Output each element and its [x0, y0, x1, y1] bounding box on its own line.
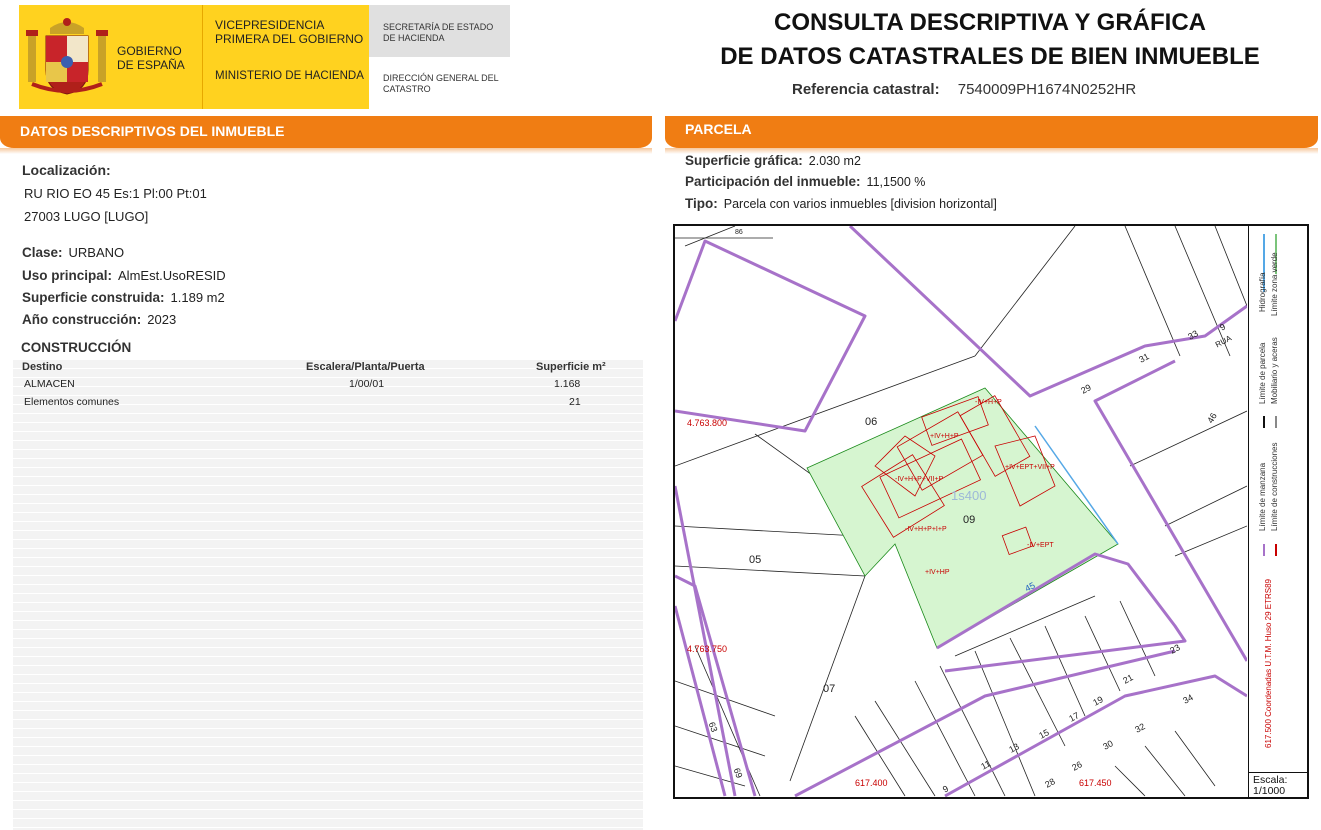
col-header-destino: Destino — [22, 361, 63, 373]
parcel-label-09: 09 — [963, 514, 976, 526]
legend-limite-construcciones: Límite de construcciones — [1270, 442, 1279, 532]
superficie-grafica-label: Superficie gráfica: — [685, 153, 803, 168]
parcel-label-07: 07 — [823, 683, 836, 695]
tipo-row: Tipo: Parcela con varios inmuebles [divis… — [685, 196, 997, 211]
direccion-general-text: DIRECCIÓN GENERAL DEL CATASTRO — [383, 73, 499, 94]
legend-coordenadas: 617.500 Coordenadas U.T.M. Huso 29 ETRS8… — [1264, 579, 1273, 748]
floor-label: -IV+EPT — [1027, 542, 1054, 549]
ref-label: Referencia catastral: — [792, 81, 940, 98]
clase-label: Clase: — [22, 245, 63, 260]
construccion-table: Destino Escalera/Planta/Puerta Superfici… — [13, 360, 643, 830]
row-2-destino: Elementos comunes — [24, 396, 120, 408]
cadastral-map[interactable]: 86 33 31 29 9 46 45 23 21 19 17 15 13 11… — [673, 224, 1309, 799]
ano-row: Año construcción: 2023 — [22, 312, 176, 327]
title-line-1: CONSULTA DESCRIPTIVA Y GRÁFICA — [773, 9, 1207, 36]
gobierno-text: GOBIERNO DE ESPAÑA — [117, 44, 185, 72]
localizacion-line-1: RU RIO EO 45 Es:1 Pl:00 Pt:01 — [24, 186, 207, 201]
row-1-epp: 1/00/01 — [349, 378, 385, 390]
datos-descriptivos-bar: DATOS DESCRIPTIVOS DEL INMUEBLE — [0, 116, 652, 154]
map-label-86: 86 — [735, 229, 743, 236]
map-legend: Hidrografía Límite zona verde Límite de … — [1248, 226, 1307, 772]
map-svg — [675, 226, 1247, 797]
legend-limite-manzana: Límite de manzana — [1258, 462, 1267, 531]
col-header-superficie: Superficie m² — [536, 361, 606, 373]
legend-swatch-parcela — [1263, 416, 1265, 428]
ano-value: 2023 — [147, 312, 177, 327]
ref-value: 7540009PH1674N0252HR — [957, 81, 1137, 98]
legend-zona-verde: Límite zona verde — [1270, 252, 1279, 316]
uso-value: AlmEst.UsoRESID — [118, 268, 226, 283]
superficie-row: Superficie construida: 1.189 m2 — [22, 290, 225, 305]
superficie-grafica-row: Superficie gráfica: 2.030 m2 — [685, 153, 861, 168]
parcel-label-06: 06 — [865, 416, 878, 428]
tipo-value: Parcela con varios inmuebles [division h… — [723, 197, 997, 211]
coord-label-easting-400: 617.400 — [855, 778, 888, 788]
legend-swatch-manzana — [1263, 544, 1265, 556]
coord-label-northing-750: 4.763.750 — [687, 644, 728, 654]
floor-label: -IV+H+P — [975, 399, 1002, 406]
floor-label: +IV+HP — [925, 569, 950, 576]
localizacion-line-2: 27003 LUGO [LUGO] — [24, 209, 149, 224]
participacion-value: 11,1500 % — [866, 175, 926, 189]
row-1-destino: ALMACEN — [24, 378, 75, 390]
participacion-row: Participación del inmueble: 11,1500 % — [685, 174, 925, 189]
col-header-epp: Escalera/Planta/Puerta — [306, 361, 425, 373]
parcel-label-05: 05 — [749, 554, 762, 566]
participacion-label: Participación del inmueble: — [685, 174, 861, 189]
uso-row: Uso principal: AlmEst.UsoRESID — [22, 268, 226, 283]
referencia-catastral: Referencia catastral: 7540009PH1674N0252… — [792, 81, 1136, 98]
row-1-superficie: 1.168 — [554, 378, 581, 390]
vicepresidencia-text: VICEPRESIDENCIA PRIMERA DEL GOBIERNO — [215, 18, 364, 46]
ano-label: Año construcción: — [22, 312, 142, 327]
legend-hidrografia: Hidrografía — [1258, 272, 1267, 312]
superficie-label: Superficie construida: — [22, 290, 165, 305]
clase-value: URBANO — [68, 245, 125, 260]
ministerio-text: MINISTERIO DE HACIENDA — [215, 70, 364, 82]
legend-limite-parcela: Límite de parcela — [1258, 342, 1267, 404]
title-line-2: DE DATOS CATASTRALES DE BIEN INMUEBLE — [720, 43, 1260, 70]
secretaria-text: SECRETARÍA DE ESTADO DE HACIENDA — [383, 22, 494, 43]
floor-label: +IV+EPT+VII+P — [1005, 464, 1055, 471]
escala-box: Escala: 1/1000 — [1248, 772, 1307, 797]
floor-label: -IV+H+P+VII+P — [895, 476, 944, 483]
superficie-value: 1.189 m2 — [170, 290, 225, 305]
document-title: CONSULTA DESCRIPTIVA Y GRÁFICA DE DATOS … — [660, 6, 1320, 74]
tipo-label: Tipo: — [685, 196, 718, 211]
legend-swatch-construcciones — [1275, 544, 1277, 556]
coord-label-northing-800: 4.763.800 — [687, 418, 728, 428]
parcela-bar: PARCELA — [665, 116, 1318, 154]
construccion-heading: CONSTRUCCIÓN — [21, 340, 132, 355]
logo-divider — [202, 5, 203, 109]
row-2-superficie: 21 — [569, 396, 581, 408]
ghost-label: 1s400 — [951, 488, 987, 503]
localizacion-label: Localización: — [22, 162, 111, 178]
escala-value: 1/1000 — [1253, 785, 1286, 797]
legend-mobiliario: Mobiliario y aceras — [1270, 337, 1279, 404]
coat-of-arms-icon — [26, 18, 108, 95]
floor-label: -IV+H+P+I+P — [905, 526, 947, 533]
clase-row: Clase: URBANO — [22, 245, 124, 260]
coord-label-easting-450: 617.450 — [1079, 778, 1112, 788]
superficie-grafica-value: 2.030 m2 — [808, 154, 861, 168]
legend-swatch-mobiliario — [1275, 416, 1277, 428]
uso-label: Uso principal: — [22, 268, 113, 283]
floor-label: +IV+H+P — [930, 433, 959, 440]
